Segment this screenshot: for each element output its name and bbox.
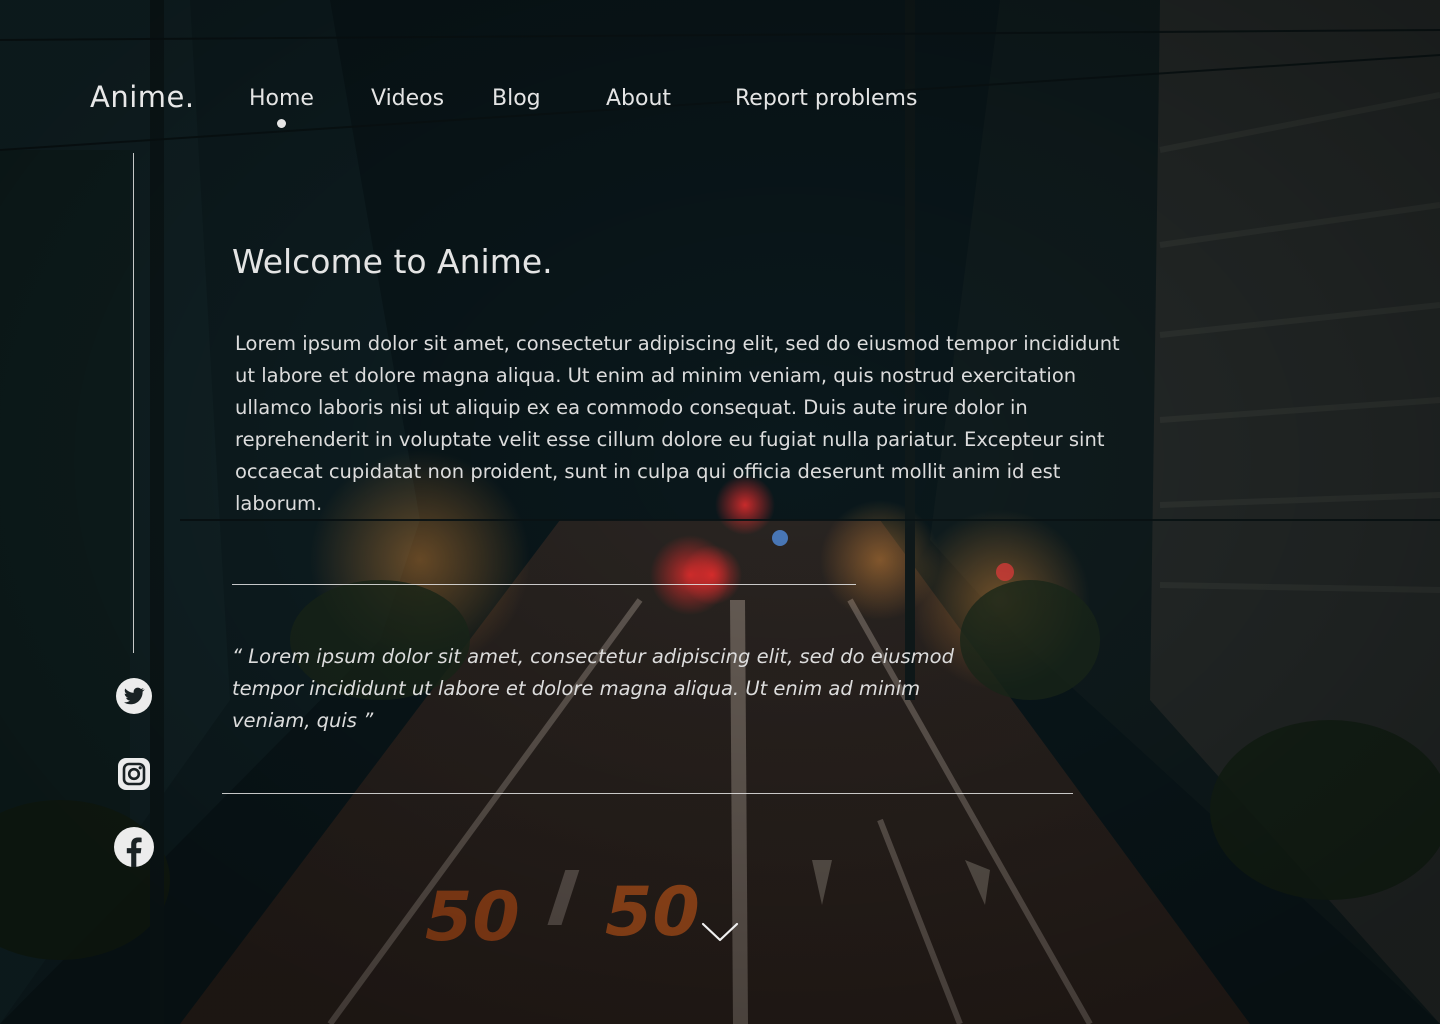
- intro-paragraph: Lorem ipsum dolor sit amet, consectetur …: [235, 332, 1120, 515]
- divider-line-bottom: [222, 793, 1073, 794]
- nav-home[interactable]: Home: [249, 86, 314, 111]
- scroll-down-button[interactable]: [701, 920, 739, 944]
- facebook-link[interactable]: [113, 826, 155, 868]
- instagram-link[interactable]: [115, 755, 153, 793]
- twitter-icon: [116, 678, 152, 714]
- facebook-icon: [114, 827, 154, 867]
- divider-line: [232, 584, 856, 585]
- left-divider-line: [133, 153, 134, 653]
- site-logo[interactable]: Anime.: [90, 80, 195, 114]
- page-title: Welcome to Anime.: [232, 242, 553, 281]
- nav-videos[interactable]: Videos: [371, 86, 444, 111]
- nav-blog[interactable]: Blog: [492, 86, 541, 111]
- quote-text: “ Lorem ipsum dolor sit amet, consectetu…: [232, 645, 954, 732]
- instagram-icon: [118, 758, 150, 790]
- twitter-link[interactable]: [115, 677, 153, 715]
- nav-report-problems[interactable]: Report problems: [735, 86, 917, 111]
- nav-active-indicator: [277, 119, 286, 128]
- nav-about[interactable]: About: [606, 86, 671, 111]
- chevron-down-icon: [701, 922, 739, 942]
